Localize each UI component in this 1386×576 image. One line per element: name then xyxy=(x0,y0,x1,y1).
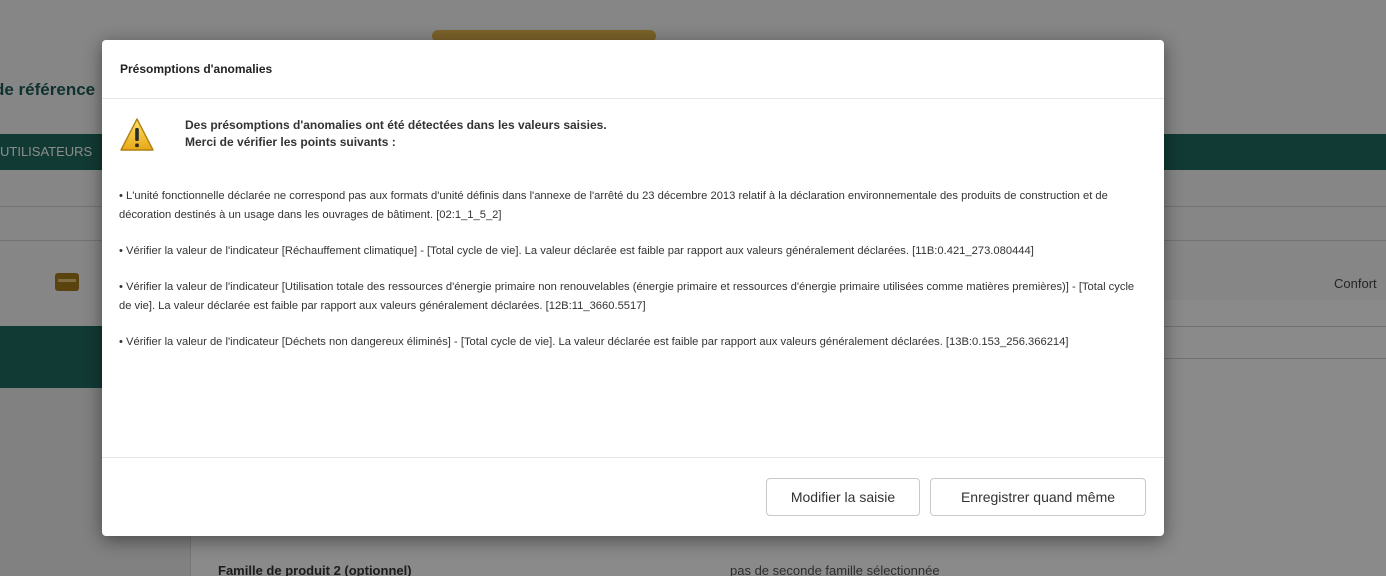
issue-item: • Vérifier la valeur de l'indicateur [Dé… xyxy=(119,336,1069,348)
alert-line-1: Des présomptions d'anomalies ont été dét… xyxy=(185,118,607,132)
save-anyway-button[interactable]: Enregistrer quand même xyxy=(930,478,1146,516)
page: de référence UTILISATEURS Confort Famill… xyxy=(0,0,1386,576)
alert-line-2: Merci de vérifier les points suivants : xyxy=(185,135,396,149)
issue-item: • Vérifier la valeur de l'indicateur [Ut… xyxy=(119,281,1135,312)
dialog-header: Présomptions d'anomalies xyxy=(102,40,1164,99)
dialog-title: Présomptions d'anomalies xyxy=(120,62,273,76)
alert-message: Des présomptions d'anomalies ont été dét… xyxy=(119,117,1148,153)
anomalies-dialog: Présomptions d'anomalies Des présomption… xyxy=(102,40,1164,536)
issue-item: • Vérifier la valeur de l'indicateur [Ré… xyxy=(119,245,1034,257)
modify-entry-button[interactable]: Modifier la saisie xyxy=(766,478,920,516)
warning-triangle-icon xyxy=(120,118,154,151)
dialog-footer: Modifier la saisie Enregistrer quand mêm… xyxy=(102,457,1164,536)
alert-text: Des présomptions d'anomalies ont été dét… xyxy=(185,117,607,151)
dialog-body: Des présomptions d'anomalies ont été dét… xyxy=(102,99,1164,352)
issues-list: • L'unité fonctionnelle déclarée ne corr… xyxy=(119,187,1148,352)
issue-item: • L'unité fonctionnelle déclarée ne corr… xyxy=(119,190,1108,221)
